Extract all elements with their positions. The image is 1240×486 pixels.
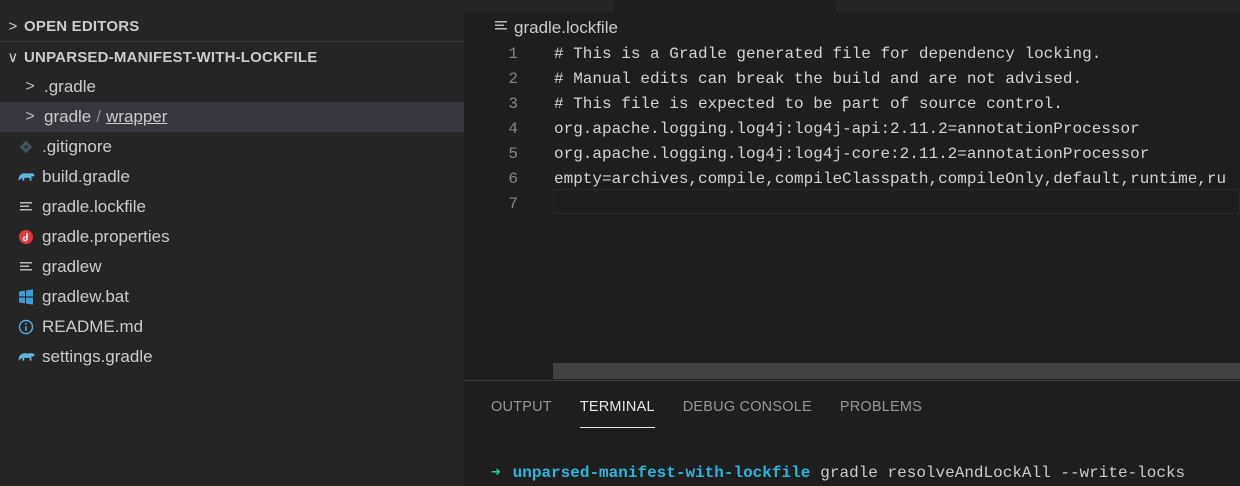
code-line: 1 # This is a Gradle generated file for …	[464, 41, 1240, 66]
prompt-directory: unparsed-manifest-with-lockfile	[512, 464, 811, 482]
gradle-elephant-icon	[16, 167, 36, 187]
horizontal-scrollbar[interactable]	[553, 363, 1240, 379]
tree-item-sublabel[interactable]: wrapper	[106, 107, 167, 127]
windows-icon	[16, 287, 36, 307]
tree-item-gradle-properties[interactable]: gradle.properties	[0, 222, 464, 252]
git-icon	[16, 137, 36, 157]
tree-item-label: build.gradle	[42, 167, 130, 186]
open-editors-label: OPEN EDITORS	[24, 18, 140, 35]
chevron-right-icon: >	[8, 18, 18, 35]
tree-item-label: gradle	[44, 107, 92, 126]
tab-output[interactable]: OUTPUT	[491, 399, 552, 428]
line-number: 3	[508, 94, 518, 113]
project-label: UNPARSED-MANIFEST-WITH-LOCKFILE	[24, 48, 318, 66]
chevron-down-icon: ∨	[7, 49, 19, 66]
editor-tab-strip	[464, 0, 1240, 12]
line-number: 6	[508, 169, 518, 188]
lines-icon	[494, 19, 508, 37]
line-number: 7	[508, 194, 518, 213]
tab-debug-console[interactable]: DEBUG CONSOLE	[683, 399, 812, 428]
line-text: # This file is expected to be part of so…	[554, 94, 1063, 113]
tree-item-label: gradle.properties	[42, 227, 170, 246]
panel-tabs: OUTPUT TERMINAL DEBUG CONSOLE PROBLEMS	[491, 399, 950, 428]
explorer-sidebar: > OPEN EDITORS ∨ UNPARSED-MANIFEST-WITH-…	[0, 0, 464, 486]
line-number: 1	[508, 44, 518, 63]
line-number: 5	[508, 144, 518, 163]
file-tree: > .gradle > gradle / wrapper .gitignore …	[0, 72, 464, 372]
tab-terminal[interactable]: TERMINAL	[579, 399, 655, 428]
code-line: 4 org.apache.logging.log4j:log4j-api:2.1…	[464, 116, 1240, 141]
tree-item-dot-gradle[interactable]: > .gradle	[0, 72, 464, 102]
bottom-panel: OUTPUT TERMINAL DEBUG CONSOLE PROBLEMS ➜…	[464, 380, 1240, 486]
tree-item-gradle-lockfile[interactable]: gradle.lockfile	[0, 192, 464, 222]
tree-item-gradlew[interactable]: gradlew	[0, 252, 464, 282]
code-line: 5 org.apache.logging.log4j:log4j-core:2.…	[464, 141, 1240, 166]
line-text: org.apache.logging.log4j:log4j-core:2.11…	[554, 144, 1150, 163]
tab-problems[interactable]: PROBLEMS	[840, 399, 922, 428]
lines-icon	[16, 257, 36, 277]
line-text: org.apache.logging.log4j:log4j-api:2.11.…	[554, 119, 1140, 138]
tree-item-label: gradlew.bat	[42, 287, 129, 306]
code-editor[interactable]: 1 # This is a Gradle generated file for …	[464, 41, 1240, 216]
line-text: # Manual edits can break the build and a…	[554, 69, 1083, 88]
code-line: 2 # Manual edits can break the build and…	[464, 66, 1240, 91]
line-number: 2	[508, 69, 518, 88]
info-icon	[16, 317, 36, 337]
tree-item-label: gradle.lockfile	[42, 197, 146, 216]
terminal-command: gradle resolveAndLockAll --write-locks	[820, 464, 1186, 482]
tree-item-readme[interactable]: README.md	[0, 312, 464, 342]
tree-item-settings-gradle[interactable]: settings.gradle	[0, 342, 464, 372]
open-editors-header[interactable]: > OPEN EDITORS	[0, 12, 464, 42]
line-number: 4	[508, 119, 518, 138]
gradle-elephant-icon	[16, 347, 36, 367]
lines-icon	[16, 197, 36, 217]
project-header[interactable]: ∨ UNPARSED-MANIFEST-WITH-LOCKFILE	[0, 42, 464, 72]
terminal-prompt-line[interactable]: ➜ unparsed-manifest-with-lockfile gradle r…	[491, 462, 1185, 482]
breadcrumb[interactable]: gradle.lockfile	[494, 18, 618, 38]
code-line: 3 # This file is expected to be part of …	[464, 91, 1240, 116]
prompt-arrow-icon: ➜	[491, 464, 501, 482]
chevron-right-icon: >	[25, 78, 35, 95]
line-text: # This is a Gradle generated file for de…	[554, 44, 1102, 63]
tree-item-label: .gradle	[44, 77, 96, 96]
tree-item-label: settings.gradle	[42, 347, 153, 366]
code-line: 6 empty=archives,compile,compileClasspat…	[464, 166, 1240, 191]
tree-item-gitignore[interactable]: .gitignore	[0, 132, 464, 162]
tree-item-label: gradlew	[42, 257, 102, 276]
tree-item-label: .gitignore	[42, 137, 112, 156]
path-separator: /	[96, 107, 101, 126]
line-text: empty=archives,compile,compileClasspath,…	[554, 169, 1227, 188]
tree-item-build-gradle[interactable]: build.gradle	[0, 162, 464, 192]
tree-item-gradle-wrapper[interactable]: > gradle / wrapper	[0, 102, 464, 132]
code-line: 7	[464, 191, 1240, 216]
properties-icon	[16, 227, 36, 247]
tree-item-label: README.md	[42, 317, 144, 336]
tree-item-gradlew-bat[interactable]: gradlew.bat	[0, 282, 464, 312]
breadcrumb-file[interactable]: gradle.lockfile	[514, 18, 618, 38]
chevron-right-icon: >	[25, 108, 35, 125]
active-editor-tab[interactable]	[614, 0, 836, 12]
